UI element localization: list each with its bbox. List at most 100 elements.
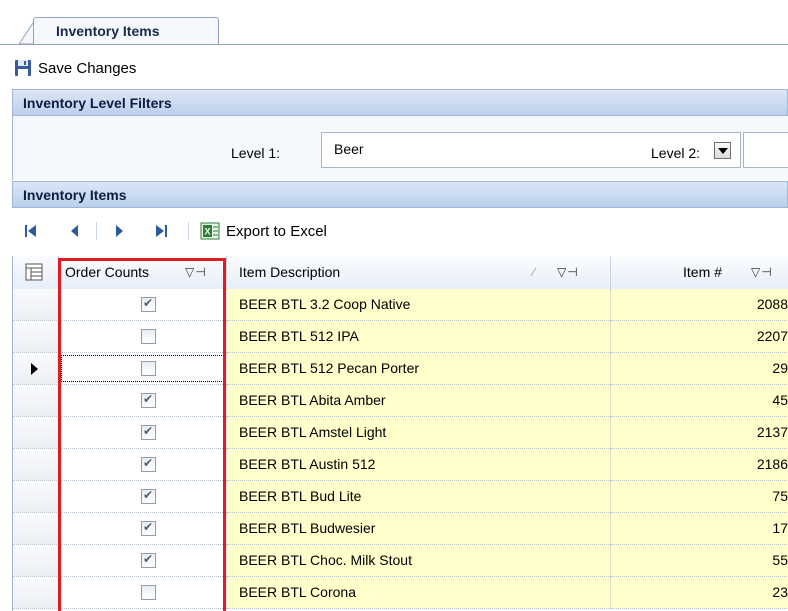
row-selector[interactable] — [13, 481, 59, 513]
order-counts-cell[interactable] — [59, 353, 227, 385]
order-counts-cell[interactable] — [59, 513, 227, 545]
item-number-cell[interactable]: 45 — [611, 385, 788, 417]
order-counts-checkbox[interactable] — [141, 520, 156, 536]
table-row[interactable]: BEER BTL Amstel Light 2137 — [13, 417, 788, 449]
order-counts-checkbox[interactable] — [141, 552, 156, 568]
row-selector[interactable] — [13, 385, 59, 417]
item-description-text: BEER BTL 512 IPA — [239, 328, 359, 344]
table-row[interactable]: BEER BTL Budwesier 17 — [13, 513, 788, 545]
item-description-cell[interactable]: BEER BTL Bud Lite — [227, 481, 611, 513]
filters-section-header[interactable]: Inventory Level Filters — [12, 89, 788, 116]
order-counts-cell[interactable] — [59, 289, 227, 321]
toolbar: Save Changes — [0, 45, 788, 89]
item-description-cell[interactable]: BEER BTL Choc. Milk Stout — [227, 545, 611, 577]
item-number-text: 2207 — [756, 328, 788, 344]
column-chooser-cell[interactable] — [13, 256, 59, 289]
item-description-cell[interactable]: BEER BTL Amstel Light — [227, 417, 611, 449]
order-counts-checkbox[interactable] — [141, 296, 156, 312]
order-counts-checkbox[interactable] — [141, 361, 156, 376]
column-header-item-description[interactable]: Item Description ⁄ ▽⊣ — [227, 256, 611, 289]
item-number-cell[interactable]: 17 — [611, 513, 788, 545]
order-counts-cell[interactable] — [59, 545, 227, 577]
row-selector[interactable] — [13, 353, 59, 385]
item-number-cell[interactable]: 2088 — [611, 289, 788, 321]
order-counts-cell[interactable] — [59, 321, 227, 353]
item-number-text: 2137 — [756, 424, 788, 440]
tab-inventory-items[interactable]: Inventory Items — [33, 17, 219, 44]
filter-pin-icon[interactable]: ▽⊣ — [557, 265, 579, 279]
filter-panel: Level 1: Beer Level 2: — [12, 116, 788, 180]
sort-indicator-icon: ⁄ — [533, 265, 537, 279]
item-description-text: BEER BTL Austin 512 — [239, 456, 376, 472]
item-description-text: BEER BTL Bud Lite — [239, 488, 362, 504]
row-selector[interactable] — [13, 289, 59, 321]
item-number-cell[interactable]: 29 — [611, 353, 788, 385]
floppy-disk-icon — [15, 60, 31, 76]
item-description-text: BEER BTL Budwesier — [239, 520, 376, 536]
column-header-item-number[interactable]: Item # ▽⊣ — [611, 256, 788, 289]
export-to-excel-label: Export to Excel — [226, 222, 327, 240]
order-counts-checkbox[interactable] — [141, 488, 156, 504]
item-number-cell[interactable]: 75 — [611, 481, 788, 513]
inventory-grid: Order Counts ▽⊣ Item Description ⁄ ▽⊣ It… — [12, 256, 788, 611]
chevron-down-icon[interactable] — [714, 142, 731, 159]
order-counts-checkbox[interactable] — [141, 456, 156, 472]
item-description-cell[interactable]: BEER BTL 3.2 Coop Native — [227, 289, 611, 321]
row-selector[interactable] — [13, 513, 59, 545]
order-counts-checkbox[interactable] — [141, 585, 156, 600]
item-number-cell[interactable]: 55 — [611, 545, 788, 577]
items-section-header[interactable]: Inventory Items — [12, 181, 788, 208]
level2-combobox[interactable] — [743, 132, 788, 168]
item-number-cell[interactable]: 2137 — [611, 417, 788, 449]
grid-header-row: Order Counts ▽⊣ Item Description ⁄ ▽⊣ It… — [13, 256, 788, 290]
column-label: Item # — [683, 264, 722, 280]
tab-label: Inventory Items — [56, 23, 160, 39]
table-row[interactable]: BEER BTL 512 IPA 2207 — [13, 321, 788, 353]
table-row[interactable]: BEER BTL 3.2 Coop Native 2088 — [13, 289, 788, 321]
last-record-icon[interactable] — [152, 222, 170, 240]
table-row[interactable]: BEER BTL 512 Pecan Porter 29 — [13, 353, 788, 385]
item-description-cell[interactable]: BEER BTL Corona — [227, 577, 611, 609]
next-record-icon[interactable] — [110, 222, 128, 240]
order-counts-checkbox[interactable] — [141, 392, 156, 408]
item-description-cell[interactable]: BEER BTL 512 Pecan Porter — [227, 353, 611, 385]
item-description-text: BEER BTL Amstel Light — [239, 424, 387, 440]
table-row[interactable]: BEER BTL Bud Lite 75 — [13, 481, 788, 513]
order-counts-checkbox[interactable] — [141, 424, 156, 440]
column-header-order-counts[interactable]: Order Counts ▽⊣ — [59, 256, 227, 289]
order-counts-cell[interactable] — [59, 417, 227, 449]
item-description-cell[interactable]: BEER BTL Budwesier — [227, 513, 611, 545]
table-row[interactable]: BEER BTL Austin 512 2186 — [13, 449, 788, 481]
first-record-icon[interactable] — [22, 222, 40, 240]
row-selector[interactable] — [13, 577, 59, 609]
item-description-text: BEER BTL Corona — [239, 584, 356, 600]
order-counts-cell[interactable] — [59, 385, 227, 417]
column-label: Item Description — [239, 264, 341, 280]
filter-pin-icon[interactable]: ▽⊣ — [185, 265, 207, 279]
nav-separator — [96, 222, 97, 240]
order-counts-checkbox[interactable] — [141, 329, 156, 344]
save-changes-button[interactable]: Save Changes — [14, 57, 136, 79]
previous-record-icon[interactable] — [66, 222, 84, 240]
item-number-cell[interactable]: 2186 — [611, 449, 788, 481]
row-selector[interactable] — [13, 417, 59, 449]
item-description-cell[interactable]: BEER BTL 512 IPA — [227, 321, 611, 353]
item-number-cell[interactable]: 23 — [611, 577, 788, 609]
row-selector[interactable] — [13, 321, 59, 353]
export-to-excel-button[interactable]: X Export to Excel — [200, 220, 327, 242]
column-chooser-icon[interactable] — [25, 263, 43, 281]
filter-pin-icon[interactable]: ▽⊣ — [751, 265, 773, 279]
row-selector[interactable] — [13, 449, 59, 481]
row-selector[interactable] — [13, 545, 59, 577]
table-row[interactable]: BEER BTL Choc. Milk Stout 55 — [13, 545, 788, 577]
table-row[interactable]: BEER BTL Corona 23 — [13, 577, 788, 609]
item-description-cell[interactable]: BEER BTL Abita Amber — [227, 385, 611, 417]
item-description-text: BEER BTL 512 Pecan Porter — [239, 360, 420, 376]
order-counts-cell[interactable] — [59, 449, 227, 481]
order-counts-cell[interactable] — [59, 481, 227, 513]
item-description-cell[interactable]: BEER BTL Austin 512 — [227, 449, 611, 481]
table-row[interactable]: BEER BTL Abita Amber 45 — [13, 385, 788, 417]
item-number-cell[interactable]: 2207 — [611, 321, 788, 353]
order-counts-cell[interactable] — [59, 577, 227, 609]
filters-section-title: Inventory Level Filters — [23, 95, 172, 111]
